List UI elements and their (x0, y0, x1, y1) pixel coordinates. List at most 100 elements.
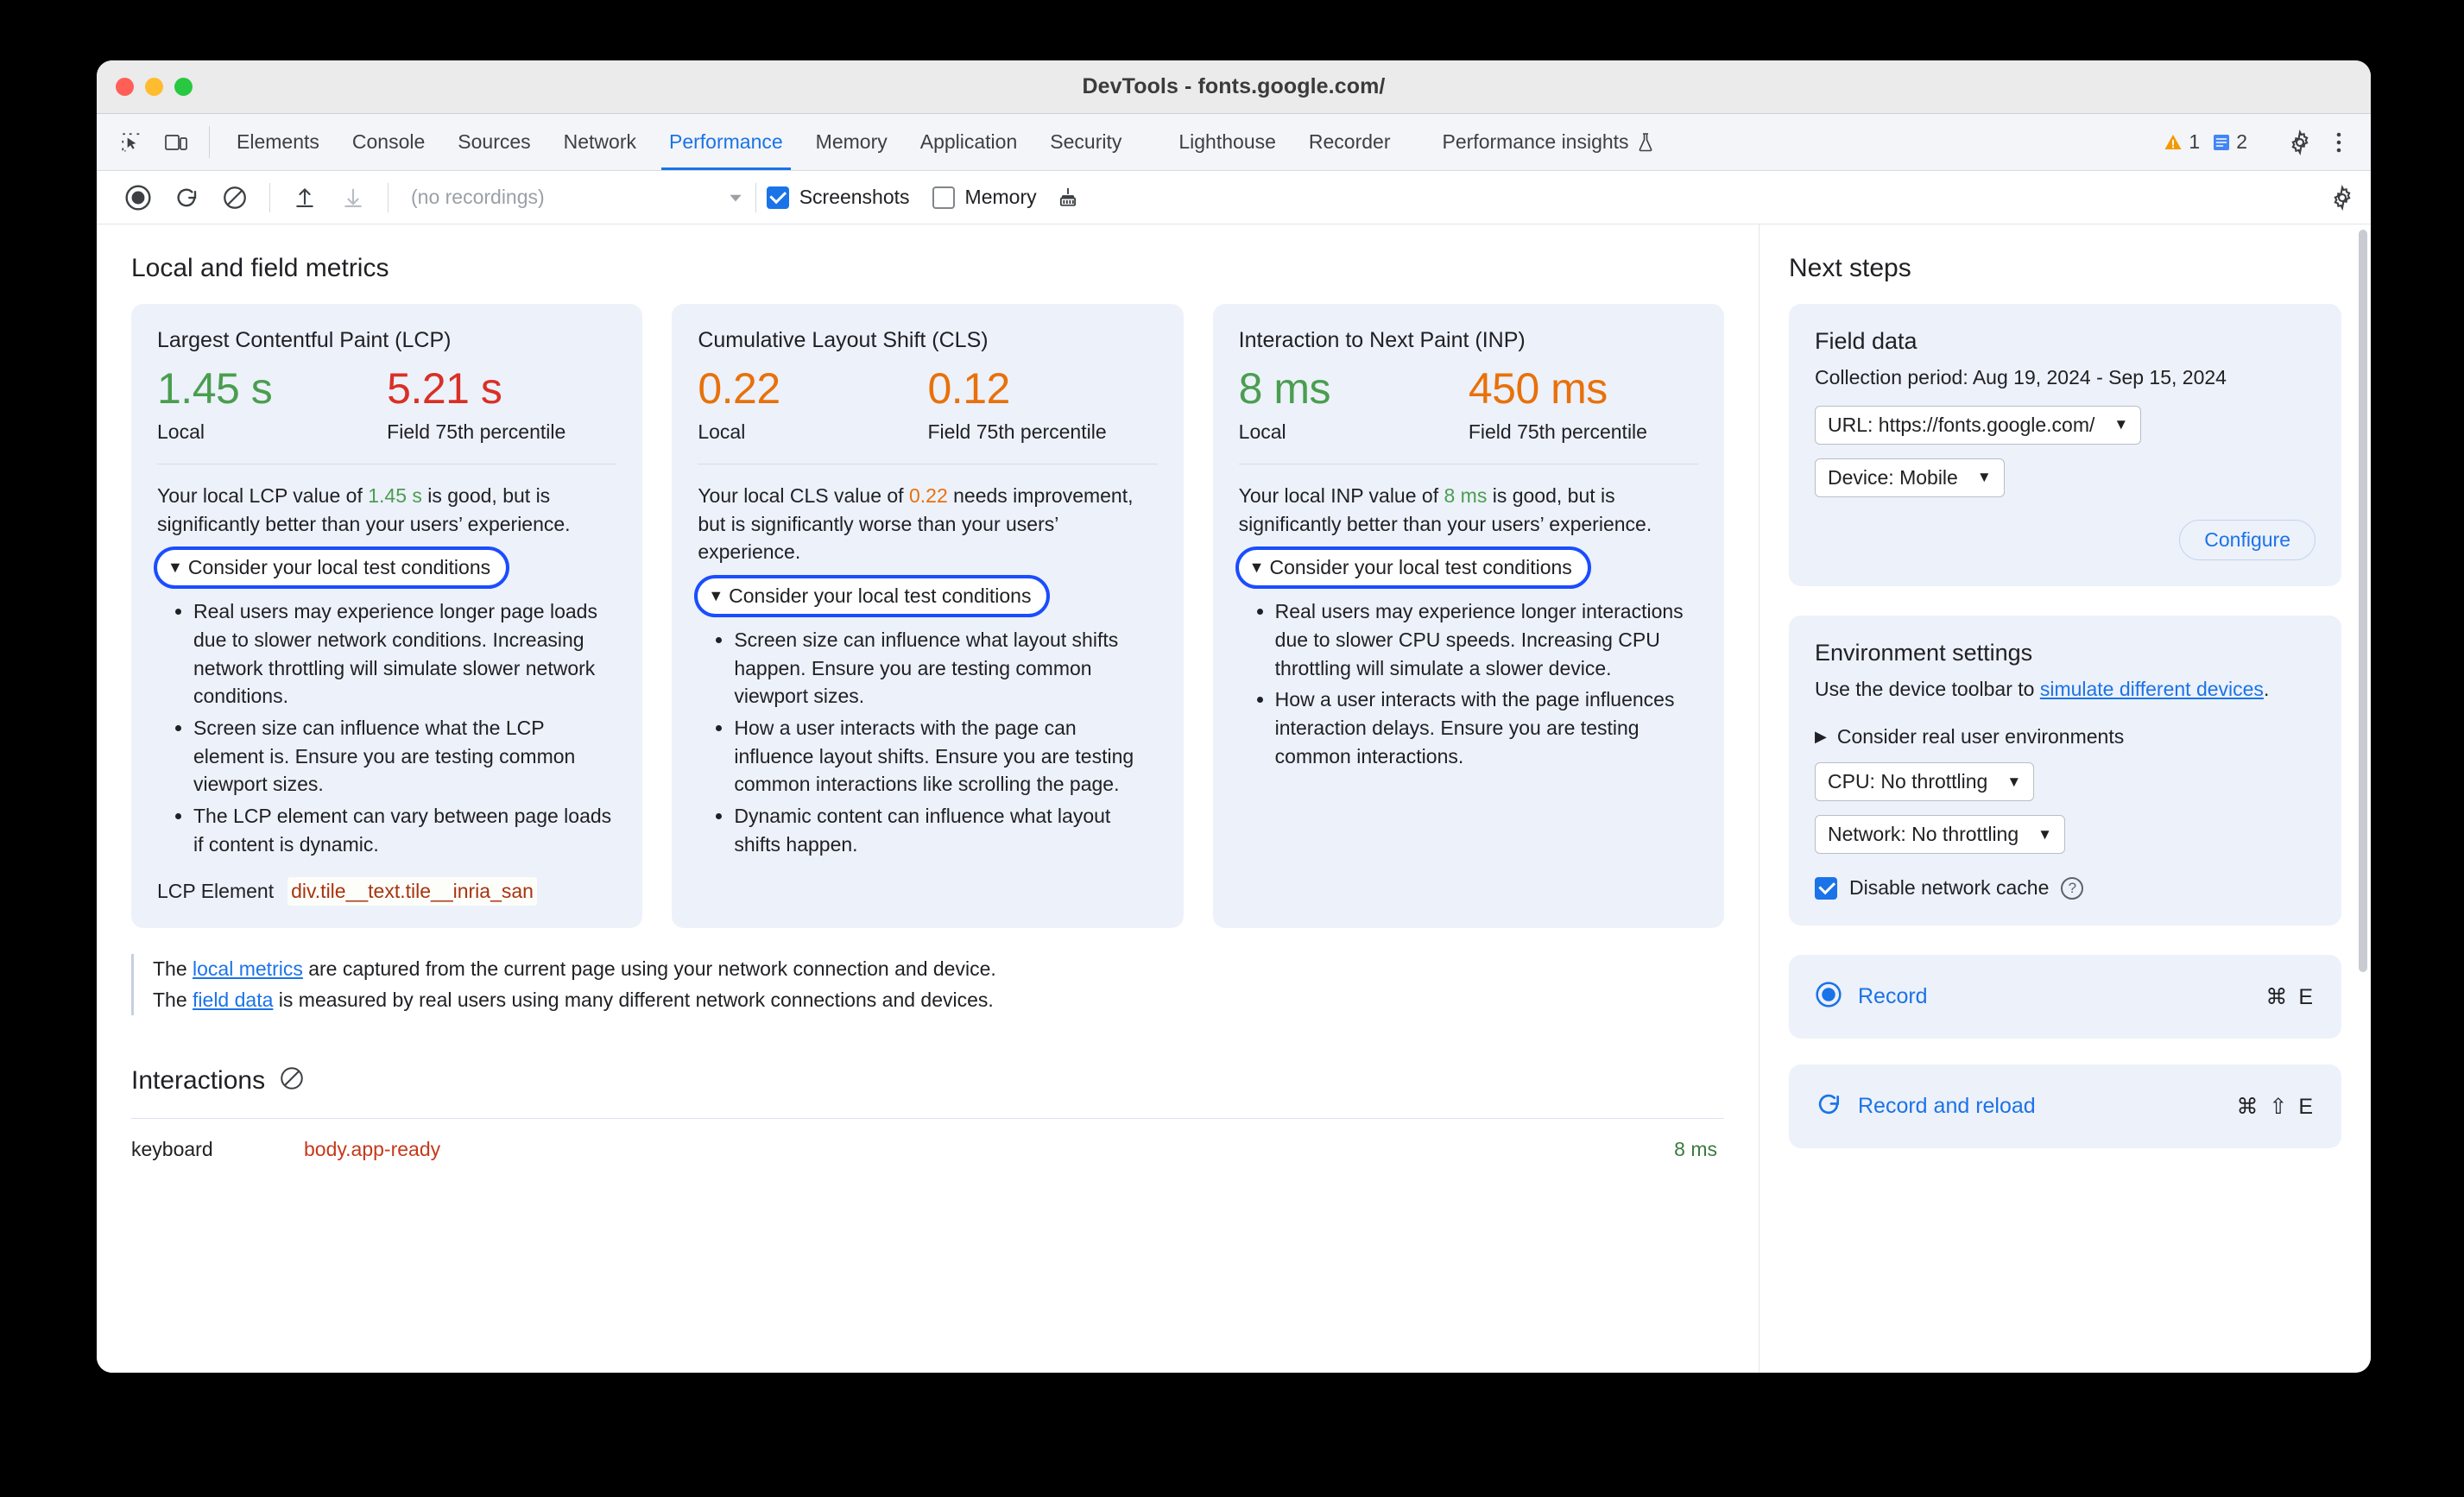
vertical-scrollbar[interactable] (2359, 230, 2367, 972)
upload-profile-icon-button[interactable] (281, 171, 329, 224)
record-and-reload-label: Record and reload (1858, 1094, 2036, 1119)
messages-badge[interactable]: 2 (2212, 130, 2247, 154)
disable-network-cache-checkbox[interactable] (1815, 876, 1837, 900)
configure-button[interactable]: Configure (2179, 519, 2316, 560)
cls-local-value: 0.22 (698, 364, 780, 413)
collect-garbage-icon[interactable] (1049, 171, 1087, 224)
record-shortcut: ⌘ E (2265, 984, 2316, 1009)
cpu-throttling-value: CPU: No throttling (1828, 770, 1988, 793)
triangle-down-icon: ▼ (708, 586, 724, 604)
record-and-reload-button[interactable]: Record and reload ⌘ ⇧ E (1789, 1064, 2341, 1149)
local-metrics-link[interactable]: local metrics (193, 957, 303, 980)
window-title: DevTools - fonts.google.com/ (1082, 74, 1386, 98)
list-item: The LCP element can vary between page lo… (193, 802, 616, 858)
inp-conditions-summary[interactable]: ▼ Consider your local test conditions (1235, 546, 1591, 590)
reload-icon (1815, 1090, 1842, 1122)
real-user-environments-summary[interactable]: ▶ Consider real user environments (1815, 725, 2124, 748)
help-icon[interactable]: ? (2061, 876, 2084, 900)
cpu-throttling-select[interactable]: CPU: No throttling ▼ (1815, 762, 2035, 802)
lcp-element-row: LCP Element div.tile__text.tile__inria_s… (157, 877, 616, 906)
network-throttling-select[interactable]: Network: No throttling ▼ (1815, 815, 2065, 855)
recordings-select[interactable]: (no recordings) (411, 186, 545, 209)
disable-network-cache-row[interactable]: Disable network cache ? (1815, 876, 2316, 900)
inp-card-title: Interaction to Next Paint (INP) (1238, 328, 1526, 352)
lcp-conditions-disclosure[interactable]: ▼Consider your local test conditions Rea… (153, 546, 616, 858)
record-icon-button[interactable] (114, 171, 162, 224)
memory-checkbox[interactable] (932, 186, 955, 209)
inp-desc-metric: 8 ms (1444, 483, 1488, 507)
note-2-pre: The (153, 988, 193, 1011)
lcp-local: 1.45 s Local (157, 362, 387, 445)
inp-values: 8 ms Local 450 ms Field 75th percentile (1239, 362, 1698, 445)
tab-performance-insights[interactable]: Performance insights (1426, 114, 1671, 170)
device-toolbar-icon[interactable] (154, 114, 199, 170)
interaction-selector[interactable]: body.app-ready (304, 1138, 440, 1161)
inp-field: 450 ms Field 75th percentile (1469, 362, 1698, 445)
lcp-desc-pre: Your local LCP value of (157, 483, 369, 507)
device-select-value: Device: Mobile (1828, 465, 1958, 489)
next-steps-pane: Next steps Field data Collection period:… (1760, 224, 2371, 1373)
record-button-label: Record (1858, 984, 1928, 1009)
warnings-badge[interactable]: 1 (2163, 130, 2200, 154)
cls-values: 0.22 Local 0.12 Field 75th percentile (698, 362, 1157, 445)
clear-recording-icon-button[interactable] (211, 171, 259, 224)
cls-conditions-disclosure[interactable]: ▼ Consider your local test conditions Scr… (694, 574, 1157, 858)
interaction-type: keyboard (131, 1138, 213, 1161)
warnings-count: 1 (2189, 130, 2201, 153)
inp-conditions-disclosure[interactable]: ▼Consider your local test conditions Rea… (1235, 546, 1698, 770)
inp-local: 8 ms Local (1239, 362, 1469, 445)
cls-field-label: Field 75th percentile (927, 420, 1107, 443)
device-select[interactable]: Device: Mobile ▼ (1815, 458, 2005, 497)
flask-icon (1637, 132, 1654, 153)
memory-checkbox-row[interactable]: Memory (932, 186, 1037, 209)
simulate-devices-link[interactable]: simulate different devices (2040, 678, 2264, 700)
url-select[interactable]: URL: https://fonts.google.com/ ▼ (1815, 405, 2142, 445)
tab-performance[interactable]: Performance (653, 114, 799, 170)
toolbar2-divider-3 (755, 182, 756, 212)
table-row[interactable]: keyboard body.app-ready 8 ms (131, 1118, 1724, 1180)
lcp-element-label: LCP Element (157, 880, 275, 903)
settings-gear-icon[interactable] (2278, 129, 2322, 155)
tab-recorder[interactable]: Recorder (1292, 114, 1407, 170)
cls-conditions-summary[interactable]: ▼ Consider your local test conditions (694, 574, 1051, 617)
lcp-conditions-summary[interactable]: ▼ Consider your local test conditions (153, 546, 510, 590)
inspect-element-icon[interactable] (109, 114, 154, 170)
screenshots-label: Screenshots (799, 186, 910, 208)
tab-sources[interactable]: Sources (441, 114, 547, 170)
list-item: Real users may experience longer page lo… (193, 597, 616, 711)
inp-desc-pre: Your local INP value of (1238, 483, 1444, 507)
clear-interactions-icon[interactable] (279, 1065, 305, 1096)
cls-card-title: Cumulative Layout Shift (CLS) (698, 328, 989, 352)
capture-settings-gear-icon[interactable] (2329, 184, 2371, 211)
chevron-down-icon: ▼ (2113, 416, 2129, 433)
tab-security[interactable]: Security (1033, 114, 1138, 170)
toolbar2-divider-2 (388, 182, 389, 212)
tab-lighthouse[interactable]: Lighthouse (1162, 114, 1292, 170)
record-button[interactable]: Record ⌘ E (1789, 955, 2341, 1039)
inp-conditions-list: Real users may experience longer interac… (1239, 597, 1698, 770)
record-and-reload-shortcut: ⌘ ⇧ E (2236, 1094, 2316, 1119)
record-circle-icon (1815, 981, 1842, 1013)
field-data-link[interactable]: field data (193, 989, 273, 1011)
inp-description: Your local INP value of 8 ms is good, bu… (1239, 482, 1698, 538)
cls-local-label: Local (698, 420, 746, 443)
more-options-icon[interactable] (2322, 131, 2355, 154)
tab-console[interactable]: Console (336, 114, 441, 170)
reload-and-record-icon-button[interactable] (162, 171, 211, 224)
download-profile-icon-button[interactable] (329, 171, 377, 224)
recordings-dropdown-caret[interactable] (726, 188, 745, 207)
memory-label: Memory (964, 186, 1037, 208)
inp-field-label: Field 75th percentile (1468, 420, 1647, 443)
real-user-environments-disclosure[interactable]: ▶ Consider real user environments (1815, 725, 2316, 748)
tab-memory[interactable]: Memory (799, 114, 904, 170)
screenshots-checkbox-row[interactable]: Screenshots (766, 186, 910, 209)
lcp-conditions-list: Real users may experience longer page lo… (157, 597, 616, 858)
lcp-element-value[interactable]: div.tile__text.tile__inria_san (287, 877, 537, 906)
field-data-panel: Field data Collection period: Aug 19, 20… (1789, 304, 2341, 586)
tab-application[interactable]: Application (904, 114, 1034, 170)
tab-elements[interactable]: Elements (220, 114, 336, 170)
tab-network[interactable]: Network (547, 114, 653, 170)
interaction-duration: 8 ms (1674, 1138, 1717, 1161)
next-steps-title: Next steps (1789, 254, 1911, 282)
screenshots-checkbox[interactable] (766, 186, 789, 209)
